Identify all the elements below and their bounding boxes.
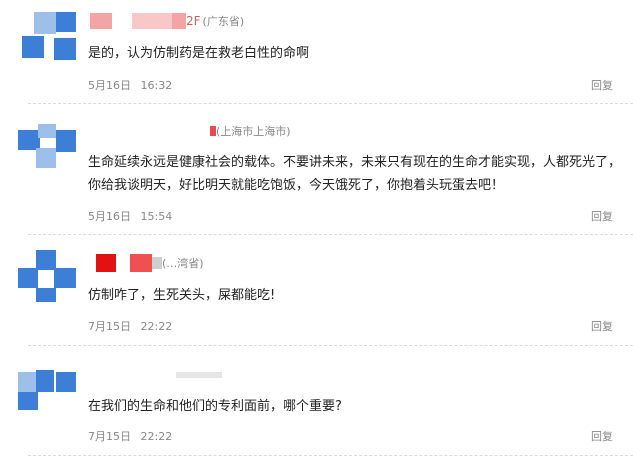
reply-button[interactable]: 回复 [591,208,613,224]
avatar[interactable] [14,366,78,430]
comment-meta: 5月16日 16:32 回复 [88,77,613,93]
comment-time: 22:22 [140,320,173,333]
comment-time: 22:22 [140,430,173,443]
comment-text: 仿制咋了，生死关头，屎都能吃! [88,288,276,303]
divider [28,234,633,235]
comment-time: 16:32 [140,79,173,92]
avatar[interactable] [14,122,78,186]
username[interactable]: (上海市上海市) [90,120,291,142]
reply-button[interactable]: 回复 [591,318,613,334]
comment-meta: 7月15日 22:22 回复 [88,318,613,334]
comment-meta: 5月16日 15:54 回复 [88,208,613,224]
username-suffix: 2F [186,14,201,28]
comment-time: 15:54 [140,210,173,223]
comment-date: 5月16日 [88,210,131,223]
divider [28,103,633,104]
username[interactable]: 2F (广东省) [90,10,244,32]
divider [28,455,633,456]
user-location: (广东省) [202,15,245,28]
comment-date: 7月15日 [88,430,131,443]
username[interactable]: (…湾省) [90,252,204,274]
avatar[interactable] [14,8,78,72]
user-location: (上海市上海市) [216,125,291,138]
comment-date: 5月16日 [88,79,131,92]
avatar[interactable] [14,246,78,310]
username[interactable] [90,364,222,386]
comment-text: 在我们的生命和他们的专利面前，哪个重要? [88,399,342,414]
comment-text: 生命延续永远是健康社会的载体。不要讲未来，未来只有现在的生命才能实现，人都死光了… [88,155,622,193]
reply-button[interactable]: 回复 [591,77,613,93]
comment-text: 是的，认为仿制药是在救老白性的命啊 [88,46,310,61]
divider [28,345,633,346]
reply-button[interactable]: 回复 [591,428,613,444]
comment-meta: 7月15日 22:22 回复 [88,428,613,444]
comment-date: 7月15日 [88,320,131,333]
user-location: (…湾省) [162,257,204,270]
